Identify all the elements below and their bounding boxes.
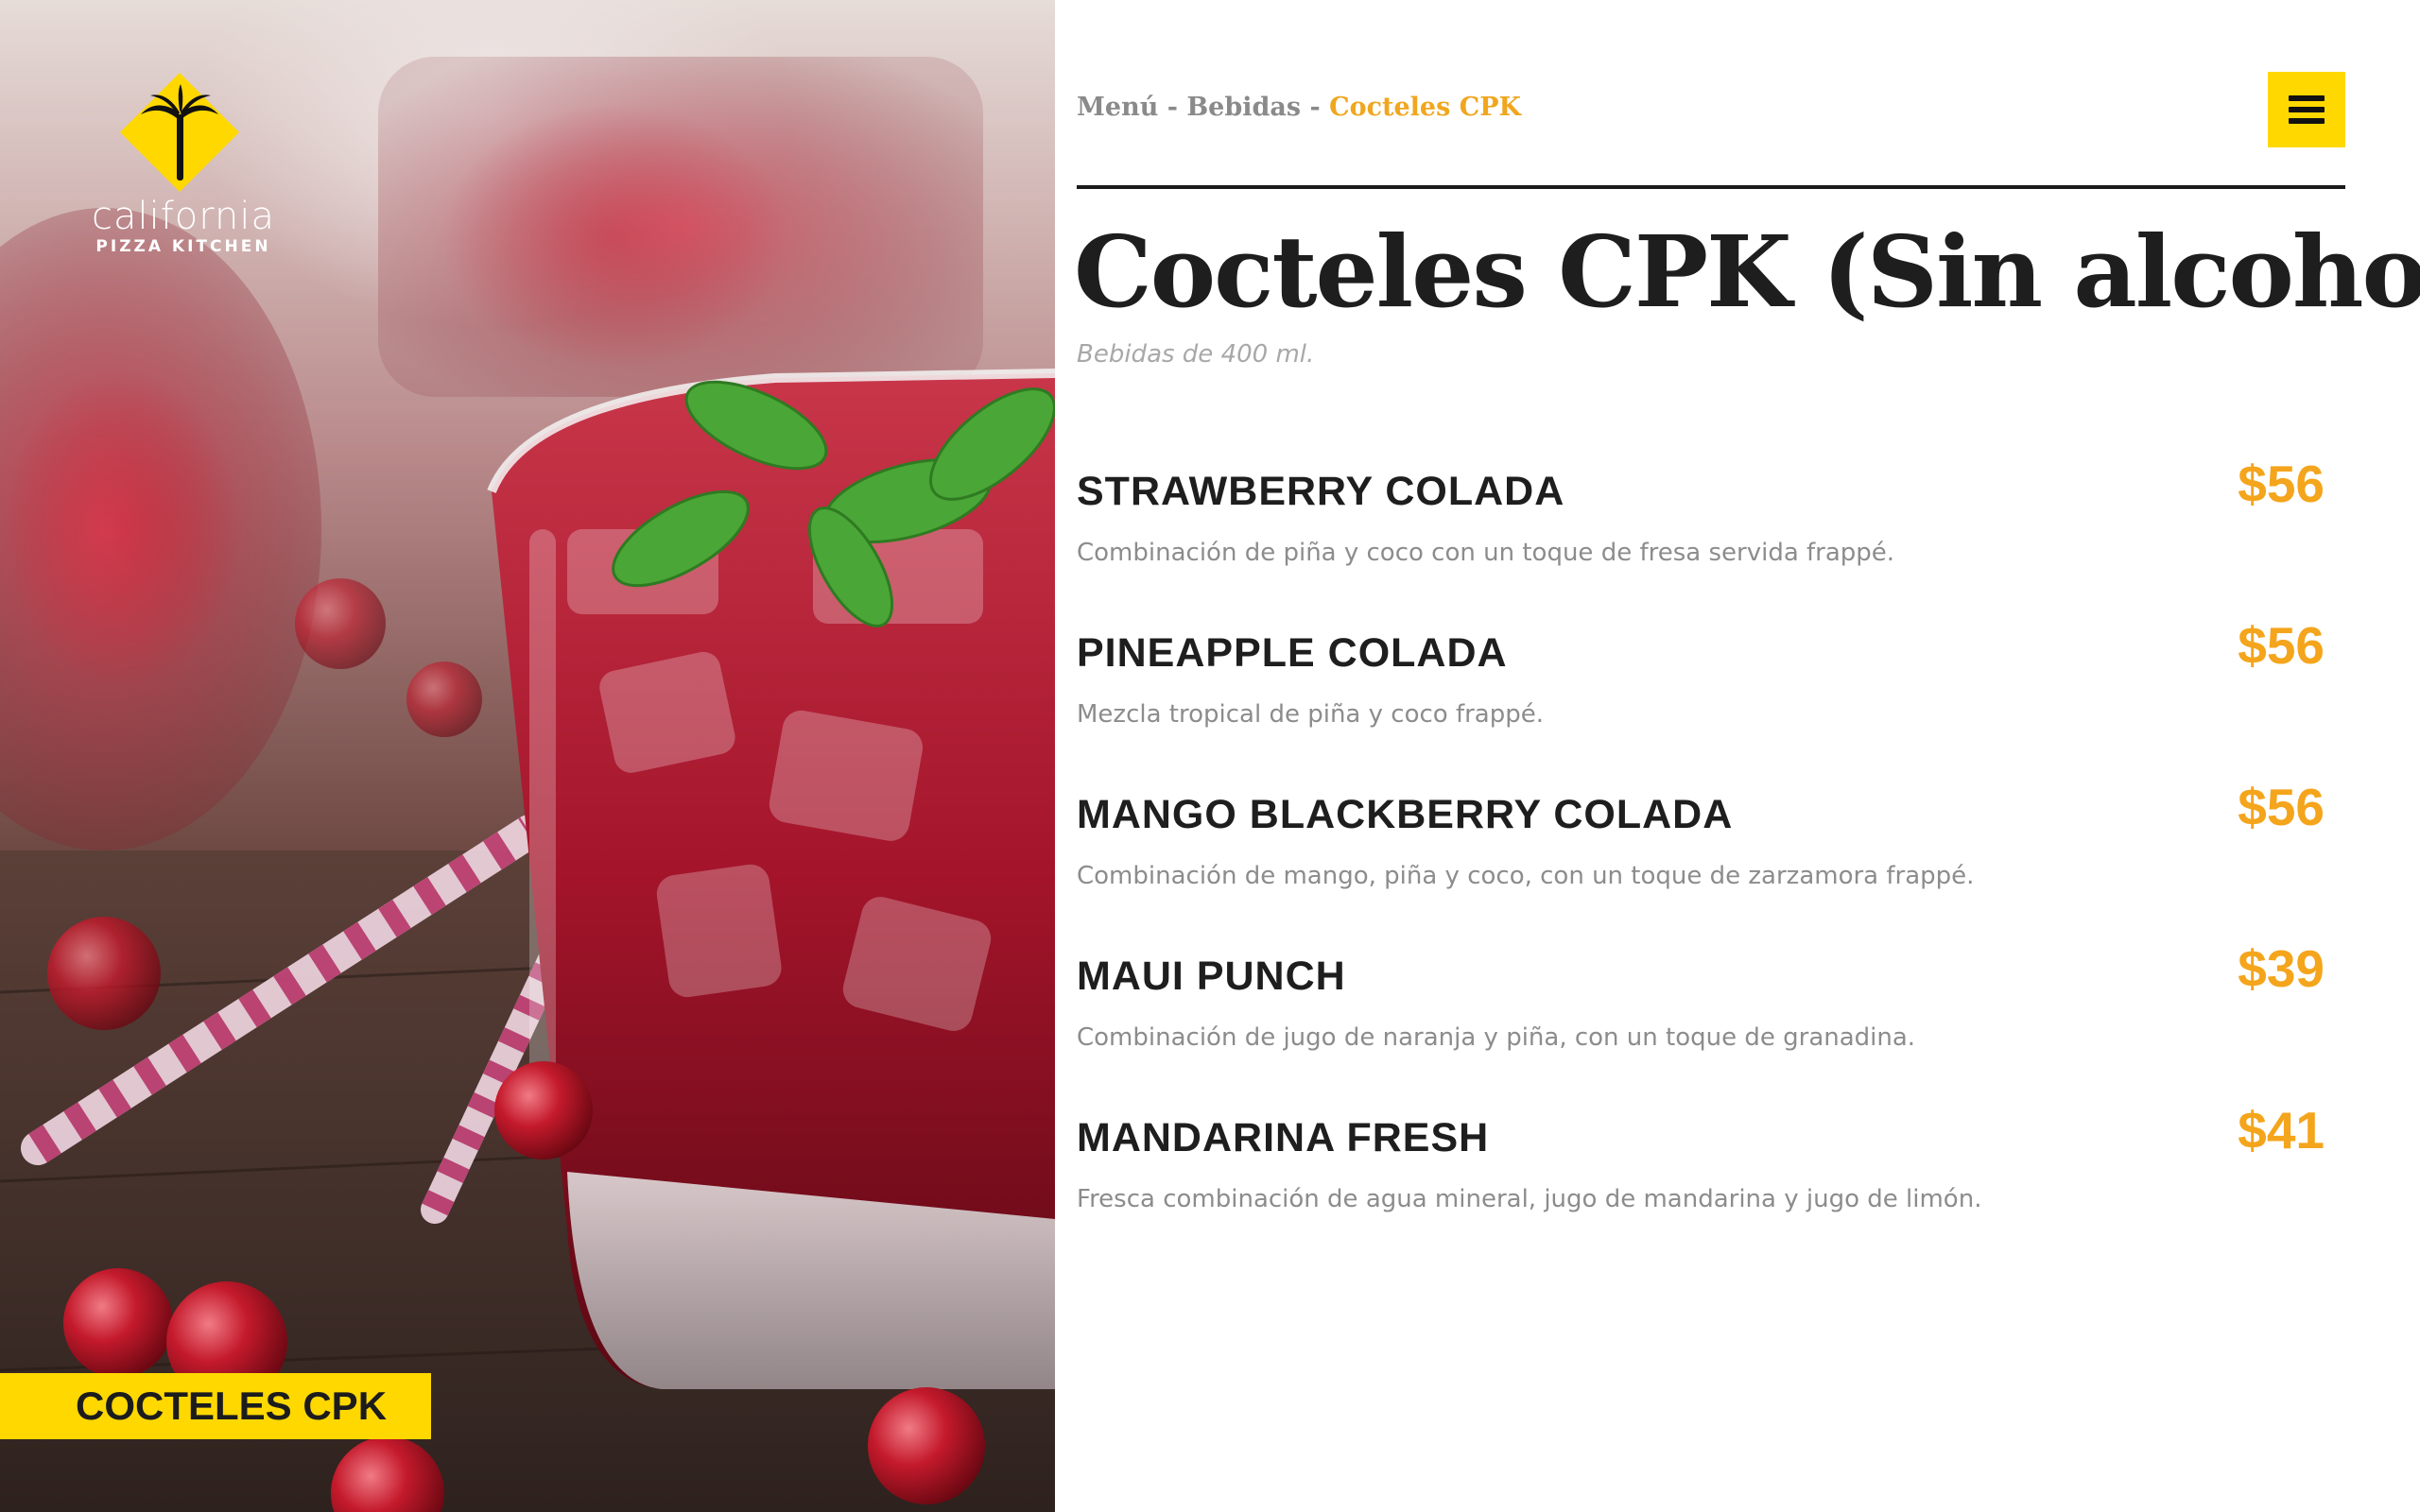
menu-item-price: $56	[2238, 778, 2325, 836]
brand-subname: PIZZA KITCHEN	[95, 237, 271, 256]
breadcrumb-separator: -	[1301, 93, 1330, 122]
brand-logo[interactable]: california PIZZA KITCHEN	[74, 71, 293, 260]
menu-item-name: MAUI PUNCH	[1077, 954, 1346, 999]
menu-item-description: Fresca combinación de agua mineral, jugo…	[1077, 1185, 1982, 1213]
header-divider	[1077, 185, 2345, 189]
menu-item-description: Combinación de piña y coco con un toque …	[1077, 539, 1895, 567]
breadcrumb-current: Cocteles CPK	[1329, 93, 1521, 122]
palm-tree-diamond-logo-icon	[118, 71, 241, 194]
brand-name: california	[91, 195, 275, 238]
menu-item-name: PINEAPPLE COLADA	[1077, 630, 1508, 676]
breadcrumb-menu-link[interactable]: Menú	[1077, 93, 1158, 122]
menu-item[interactable]: MANDARINA FRESH $41 Fresca combinación d…	[1077, 1091, 2325, 1252]
breadcrumb-separator: -	[1158, 93, 1187, 122]
menu-item-name: MANDARINA FRESH	[1077, 1115, 1490, 1160]
menu-item-price: $39	[2238, 939, 2325, 998]
page-subtitle: Bebidas de 400 ml.	[1077, 340, 1315, 369]
menu-item-description: Combinación de jugo de naranja y piña, c…	[1077, 1023, 1916, 1052]
category-tag: COCTELES CPK	[0, 1373, 431, 1439]
hero-photo: california PIZZA KITCHEN COCTELES CPK	[0, 0, 1055, 1512]
hamburger-menu-icon	[2289, 118, 2325, 124]
breadcrumb-bebidas-link[interactable]: Bebidas	[1186, 93, 1301, 122]
menu-item[interactable]: MAUI PUNCH $39 Combinación de jugo de na…	[1077, 929, 2325, 1091]
menu-item[interactable]: PINEAPPLE COLADA $56 Mezcla tropical de …	[1077, 606, 2325, 767]
menu-item-description: Mezcla tropical de piña y coco frappé.	[1077, 700, 1544, 729]
menu-item-price: $56	[2238, 616, 2325, 675]
menu-item-price: $56	[2238, 455, 2325, 513]
menu-item-name: STRAWBERRY COLADA	[1077, 469, 1565, 514]
breadcrumb: Menú - Bebidas - Cocteles CPK	[1077, 93, 1521, 122]
menu-item-description: Combinación de mango, piña y coco, con u…	[1077, 862, 1975, 890]
menu-item[interactable]: STRAWBERRY COLADA $56 Combinación de piñ…	[1077, 444, 2325, 606]
menu-item-price: $41	[2238, 1101, 2325, 1160]
hamburger-menu-icon	[2289, 107, 2325, 112]
menu-item-list: STRAWBERRY COLADA $56 Combinación de piñ…	[1077, 444, 2325, 1252]
page-title: Cocteles CPK (Sin alcohol)	[1074, 214, 2420, 330]
hamburger-menu-button[interactable]	[2268, 72, 2345, 147]
menu-item-name: MANGO BLACKBERRY COLADA	[1077, 792, 1734, 837]
menu-item[interactable]: MANGO BLACKBERRY COLADA $56 Combinación …	[1077, 767, 2325, 929]
hamburger-menu-icon	[2289, 95, 2325, 101]
